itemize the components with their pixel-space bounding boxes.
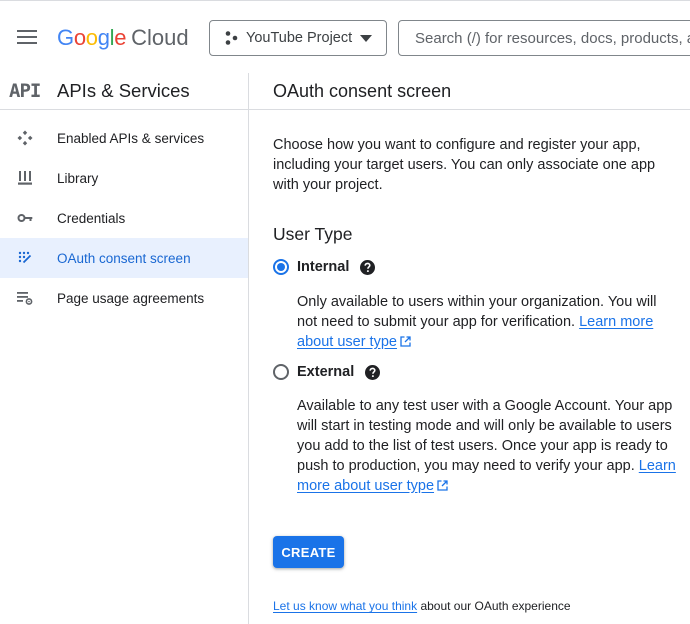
search-input[interactable] — [415, 29, 690, 47]
radio-label-external: External — [297, 364, 355, 380]
sidebar-item-library[interactable]: Library — [0, 158, 248, 198]
logo-letter: G — [57, 25, 74, 50]
external-link-icon — [400, 336, 411, 347]
sidebar-item-label: Page usage agreements — [57, 290, 205, 306]
radio-internal[interactable] — [273, 259, 289, 275]
external-description: Available to any test user with a Google… — [297, 396, 677, 496]
consent-form: Choose how you want to configure and reg… — [249, 135, 690, 613]
description-text: Available to any test user with a Google… — [297, 398, 673, 474]
radio-row-internal[interactable]: Internal — [273, 255, 674, 279]
logo-google-wordmark: Google — [57, 25, 126, 51]
intro-text: Choose how you want to configure and reg… — [273, 137, 656, 193]
api-badge-icon: API — [9, 80, 41, 102]
internal-description: Only available to users within your orga… — [297, 292, 677, 352]
hamburger-menu-icon — [17, 30, 37, 44]
key-icon — [17, 210, 33, 226]
sidebar-item-label: Credentials — [57, 210, 126, 226]
library-icon — [17, 170, 33, 186]
sidebar-nav: Enabled APIs & services Library Credenti… — [0, 110, 248, 318]
page-title: OAuth consent screen — [273, 80, 452, 101]
radio-external[interactable] — [273, 364, 289, 380]
feedback-line: Let us know what you think about our OAu… — [273, 599, 674, 613]
create-button[interactable]: CREATE — [273, 536, 344, 568]
help-icon[interactable] — [365, 364, 381, 380]
project-selector[interactable]: YouTube Project — [209, 20, 387, 56]
oauth-icon — [17, 250, 33, 266]
sidebar-title: APIs & Services — [57, 80, 190, 101]
feedback-link[interactable]: Let us know what you think — [273, 599, 417, 613]
logo-cloud-wordmark: Cloud — [131, 25, 189, 50]
search-bar[interactable] — [398, 20, 690, 56]
logo-letter: g — [97, 25, 110, 50]
main-content: OAuth consent screen Choose how you want… — [249, 73, 690, 624]
logo-letter: o — [73, 25, 86, 50]
page-header: OAuth consent screen — [249, 73, 690, 110]
sidebar-item-oauth-consent-screen[interactable]: OAuth consent screen — [0, 238, 248, 278]
logo-letter: e — [114, 25, 127, 50]
sidebar-header: API APIs & Services — [0, 73, 248, 110]
dropdown-caret-icon — [360, 34, 372, 42]
feedback-text: about our OAuth experience — [420, 599, 571, 613]
sidebar-item-credentials[interactable]: Credentials — [0, 198, 248, 238]
help-icon[interactable] — [360, 259, 376, 275]
external-link-icon — [437, 480, 448, 491]
google-cloud-logo[interactable]: Google Cloud — [57, 23, 189, 53]
top-bar: Google Cloud YouTube Project — [0, 0, 690, 73]
sidebar-item-label: Library — [57, 170, 99, 186]
sidebar-item-label: OAuth consent screen — [57, 250, 191, 266]
logo-letter: o — [85, 25, 98, 50]
main-menu-button[interactable] — [8, 18, 46, 56]
sidebar-item-enabled-apis[interactable]: Enabled APIs & services — [0, 118, 248, 158]
user-type-option-internal: Internal Only available to users within … — [273, 255, 674, 352]
sidebar: API APIs & Services Enabled APIs & servi… — [0, 73, 249, 624]
user-type-heading: User Type — [273, 224, 353, 244]
sidebar-item-page-usage-agreements[interactable]: Page usage agreements — [0, 278, 248, 318]
settings-list-icon — [17, 290, 33, 306]
radio-row-external[interactable]: External — [273, 360, 674, 384]
enabled-apis-icon — [17, 130, 33, 146]
user-type-option-external: External Available to any test user with… — [273, 360, 677, 496]
project-hierarchy-icon — [225, 31, 238, 45]
project-name: YouTube Project — [246, 30, 353, 46]
sidebar-item-label: Enabled APIs & services — [57, 130, 205, 146]
radio-label-internal: Internal — [297, 259, 350, 275]
